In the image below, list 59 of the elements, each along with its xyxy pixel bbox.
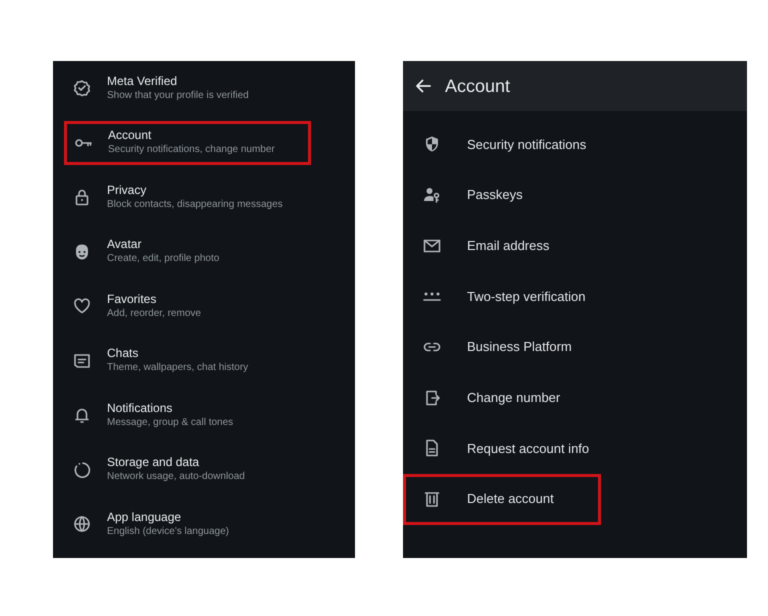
item-title: App language xyxy=(107,510,182,525)
option-label: Business Platform xyxy=(467,338,572,356)
settings-item[interactable]: Avatar Create, edit, profile photo xyxy=(53,224,355,279)
circle-arc-icon xyxy=(73,460,91,479)
item-title: Favorites xyxy=(107,292,158,307)
account-option[interactable]: Change number xyxy=(403,372,747,424)
bell-icon xyxy=(73,406,91,424)
option-label: Request account info xyxy=(467,440,590,458)
account-option[interactable]: Delete account xyxy=(403,474,601,524)
settings-item[interactable]: Notifications Message, group & call tones xyxy=(53,388,355,442)
item-title: Notifications xyxy=(107,400,174,416)
settings-item[interactable]: App language English (device's language) xyxy=(53,497,355,552)
option-label: Change number xyxy=(467,389,560,408)
document-icon xyxy=(423,439,441,458)
back-arrow-icon[interactable] xyxy=(415,78,431,94)
screen-title: Account xyxy=(445,74,510,98)
item-subtitle: Network usage, auto-download xyxy=(107,470,245,484)
item-title: Chats xyxy=(107,346,140,362)
account-option[interactable]: Passkeys xyxy=(403,170,747,220)
option-label: Security notifications xyxy=(467,136,586,154)
settings-item[interactable]: Favorites Add, reorder, remove xyxy=(53,279,355,334)
item-title: Storage and data xyxy=(107,455,200,470)
item-subtitle: Message, group & call tones xyxy=(107,416,234,430)
account-option[interactable]: Two-step verification xyxy=(403,271,747,322)
account-option[interactable]: Business Platform xyxy=(403,322,747,372)
item-title: Account xyxy=(108,128,152,144)
settings-item[interactable]: Storage and data Network usage, auto-download xyxy=(53,442,355,497)
face-icon xyxy=(73,242,91,261)
settings-item[interactable]: Chats Theme, wallpapers, chat history xyxy=(53,334,355,388)
account-option[interactable]: Email address xyxy=(403,220,747,272)
badge-check-icon xyxy=(73,79,91,98)
settings-item[interactable]: Account Security notifications, change number xyxy=(53,116,355,170)
lock-icon xyxy=(73,188,91,206)
option-label: Delete account xyxy=(467,490,554,508)
account-option[interactable]: Request account info xyxy=(403,423,747,474)
phone-arrow-icon xyxy=(423,388,441,407)
item-subtitle: Block contacts, disappearing messages xyxy=(107,198,283,212)
trash-icon xyxy=(423,490,441,508)
item-subtitle: English (device's language) xyxy=(107,524,229,539)
item-title: Privacy xyxy=(107,182,148,198)
person-key-icon xyxy=(423,186,441,204)
item-subtitle: Theme, wallpapers, chat history xyxy=(107,361,248,376)
item-subtitle: Show that your profile is verified xyxy=(107,88,249,103)
settings-item[interactable]: Meta Verified Show that your profile is verified xyxy=(53,61,355,116)
option-label: Passkeys xyxy=(467,186,523,204)
settings-item[interactable]: Privacy Block contacts, disappearing messages xyxy=(53,170,355,224)
item-subtitle: Create, edit, profile photo xyxy=(107,252,220,266)
item-title: Meta Verified xyxy=(107,74,178,89)
option-label: Email address xyxy=(467,236,550,255)
item-subtitle: Security notifications, change number xyxy=(108,143,275,158)
heart-icon xyxy=(73,297,91,316)
item-subtitle: Add, reorder, remove xyxy=(107,306,201,321)
globe-icon xyxy=(73,515,91,534)
account-option[interactable]: Security notifications xyxy=(403,119,747,170)
chat-icon xyxy=(73,352,91,370)
shield-icon xyxy=(423,135,441,154)
item-title: Avatar xyxy=(107,237,142,252)
envelope-icon xyxy=(423,236,441,255)
option-label: Two-step verification xyxy=(467,288,586,306)
